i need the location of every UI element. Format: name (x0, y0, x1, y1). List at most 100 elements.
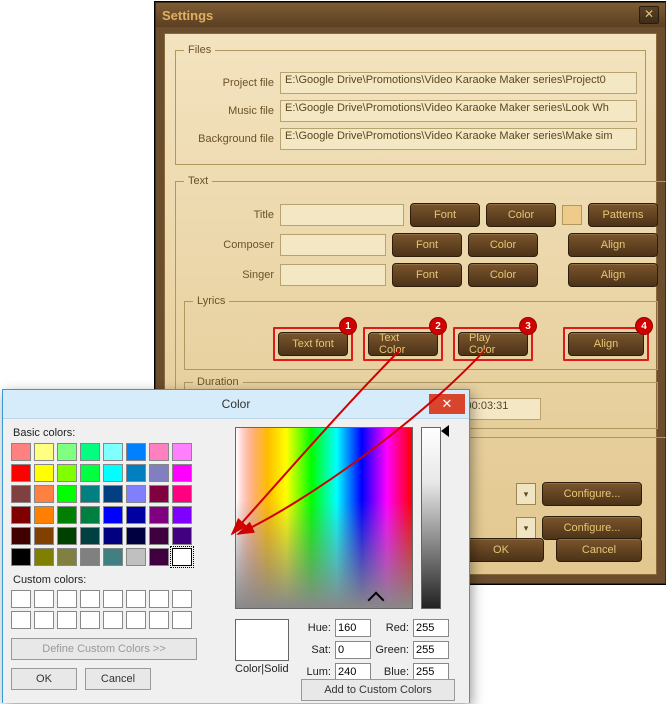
composer-align-button[interactable]: Align (568, 233, 658, 257)
custom-swatch[interactable] (34, 611, 54, 629)
basic-swatch[interactable] (57, 506, 77, 524)
basic-swatch[interactable] (11, 443, 31, 461)
basic-swatch[interactable] (11, 506, 31, 524)
red-input[interactable] (413, 619, 449, 637)
basic-swatch[interactable] (80, 485, 100, 503)
sat-input[interactable] (335, 641, 371, 659)
singer-color-button[interactable]: Color (468, 263, 538, 287)
basic-swatch[interactable] (57, 527, 77, 545)
luminance-bar[interactable] (421, 427, 441, 609)
close-icon[interactable]: ✕ (639, 6, 659, 24)
custom-swatch[interactable] (172, 611, 192, 629)
title-patterns-button[interactable]: Patterns (588, 203, 658, 227)
custom-swatch[interactable] (126, 590, 146, 608)
configure-button-2[interactable]: Configure... (542, 516, 642, 540)
music-file-input[interactable]: E:\Google Drive\Promotions\Video Karaoke… (280, 100, 637, 122)
basic-swatch[interactable] (126, 506, 146, 524)
ok-button[interactable]: OK (458, 538, 544, 562)
lyrics-play-color-button[interactable]: Play Color (458, 332, 528, 356)
custom-swatch[interactable] (103, 611, 123, 629)
basic-swatch[interactable] (34, 506, 54, 524)
basic-swatch[interactable] (80, 527, 100, 545)
singer-align-button[interactable]: Align (568, 263, 658, 287)
lyrics-text-font-button[interactable]: Text font (278, 332, 348, 356)
basic-swatch[interactable] (80, 506, 100, 524)
basic-swatch[interactable] (149, 443, 169, 461)
background-file-input[interactable]: E:\Google Drive\Promotions\Video Karaoke… (280, 128, 637, 150)
custom-swatch[interactable] (57, 590, 77, 608)
basic-swatch[interactable] (172, 548, 192, 566)
singer-font-button[interactable]: Font (392, 263, 462, 287)
custom-swatch[interactable] (172, 590, 192, 608)
basic-swatch[interactable] (103, 443, 123, 461)
lyrics-text-color-button[interactable]: Text Color (368, 332, 438, 356)
basic-swatch[interactable] (80, 548, 100, 566)
basic-swatch[interactable] (34, 548, 54, 566)
basic-swatch[interactable] (57, 464, 77, 482)
basic-swatch[interactable] (57, 443, 77, 461)
basic-swatch[interactable] (172, 443, 192, 461)
basic-swatch[interactable] (103, 527, 123, 545)
basic-swatch[interactable] (172, 485, 192, 503)
basic-swatch[interactable] (57, 485, 77, 503)
custom-swatch[interactable] (149, 611, 169, 629)
hue-input[interactable] (335, 619, 371, 637)
color-cancel-button[interactable]: Cancel (85, 668, 151, 690)
custom-swatch[interactable] (11, 590, 31, 608)
green-input[interactable] (413, 641, 449, 659)
composer-font-button[interactable]: Font (392, 233, 462, 257)
basic-swatch[interactable] (126, 527, 146, 545)
custom-swatch[interactable] (103, 590, 123, 608)
title-pattern-swatch[interactable] (562, 205, 582, 225)
encoder-dropdown-1[interactable]: ▾ (516, 483, 536, 505)
composer-input[interactable] (280, 234, 386, 256)
custom-swatch[interactable] (34, 590, 54, 608)
basic-swatch[interactable] (11, 527, 31, 545)
basic-swatch[interactable] (103, 485, 123, 503)
basic-swatch[interactable] (149, 506, 169, 524)
custom-swatch[interactable] (11, 611, 31, 629)
basic-swatch[interactable] (149, 485, 169, 503)
custom-swatch[interactable] (57, 611, 77, 629)
basic-swatch[interactable] (34, 485, 54, 503)
add-to-custom-colors-button[interactable]: Add to Custom Colors (301, 679, 455, 701)
color-ok-button[interactable]: OK (11, 668, 77, 690)
title-input[interactable] (280, 204, 404, 226)
basic-swatch[interactable] (11, 485, 31, 503)
custom-swatch[interactable] (126, 611, 146, 629)
singer-input[interactable] (280, 264, 386, 286)
basic-swatch[interactable] (57, 548, 77, 566)
basic-swatch[interactable] (172, 464, 192, 482)
basic-swatch[interactable] (34, 527, 54, 545)
basic-swatch[interactable] (126, 485, 146, 503)
title-font-button[interactable]: Font (410, 203, 480, 227)
color-gradient[interactable] (235, 427, 413, 609)
basic-swatch[interactable] (11, 464, 31, 482)
basic-swatch[interactable] (149, 527, 169, 545)
lyrics-align-button[interactable]: Align (568, 332, 644, 356)
custom-swatch[interactable] (80, 611, 100, 629)
basic-swatch[interactable] (149, 464, 169, 482)
basic-swatch[interactable] (80, 443, 100, 461)
cancel-button[interactable]: Cancel (556, 538, 642, 562)
title-color-button[interactable]: Color (486, 203, 556, 227)
encoder-dropdown-2[interactable]: ▾ (516, 517, 536, 539)
configure-button-1[interactable]: Configure... (542, 482, 642, 506)
basic-swatch[interactable] (34, 443, 54, 461)
basic-swatch[interactable] (172, 527, 192, 545)
basic-swatch[interactable] (149, 548, 169, 566)
composer-color-button[interactable]: Color (468, 233, 538, 257)
basic-swatch[interactable] (103, 464, 123, 482)
color-close-button[interactable]: ✕ (429, 394, 465, 414)
basic-swatch[interactable] (34, 464, 54, 482)
basic-swatch[interactable] (11, 548, 31, 566)
basic-swatch[interactable] (126, 548, 146, 566)
custom-swatch[interactable] (149, 590, 169, 608)
project-file-input[interactable]: E:\Google Drive\Promotions\Video Karaoke… (280, 72, 637, 94)
duration-end-value[interactable]: 00:03:31 (461, 398, 541, 420)
custom-swatch[interactable] (80, 590, 100, 608)
basic-swatch[interactable] (103, 506, 123, 524)
basic-swatch[interactable] (172, 506, 192, 524)
basic-swatch[interactable] (103, 548, 123, 566)
basic-swatch[interactable] (126, 443, 146, 461)
